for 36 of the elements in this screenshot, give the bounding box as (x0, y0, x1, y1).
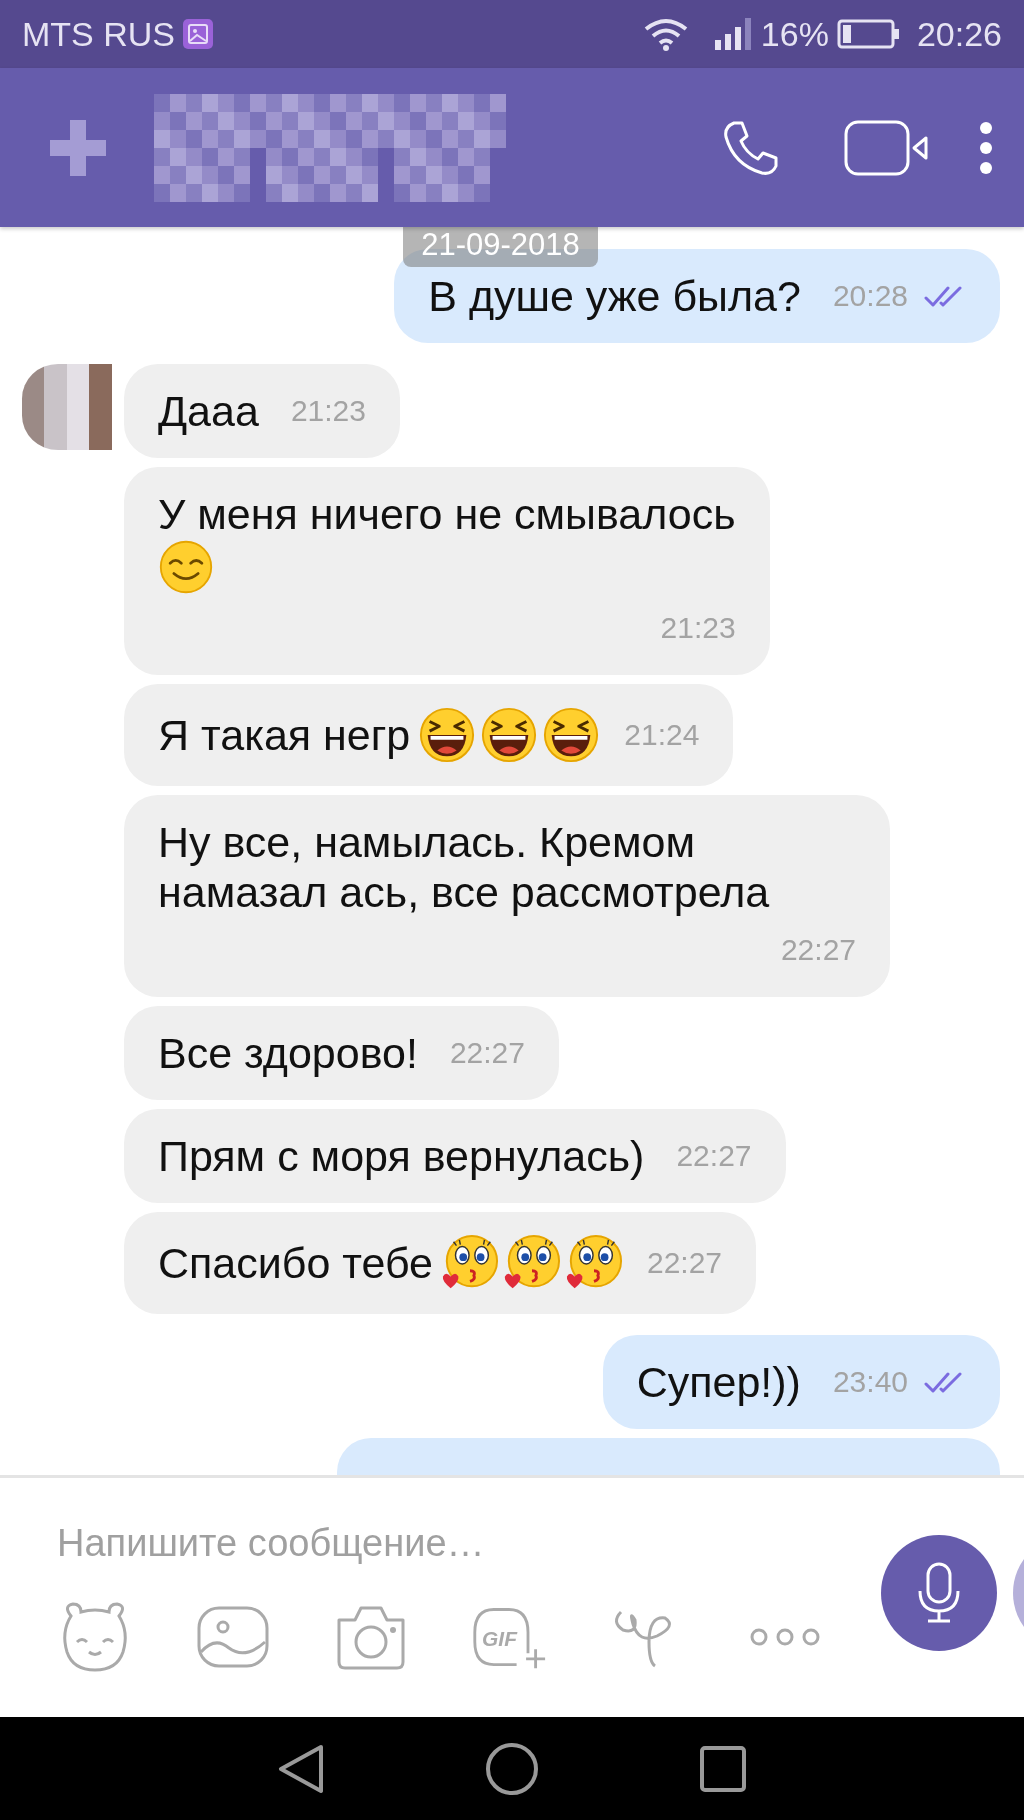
laughing-emoji-icon (542, 706, 601, 764)
message-text: Я такая негр (158, 711, 411, 759)
laughing-emoji-icon (418, 706, 477, 764)
message-text: Прям с моря вернулась) (158, 1132, 645, 1180)
laughing-emoji-icon (480, 706, 539, 764)
video-camera-icon[interactable] (844, 119, 930, 176)
message-text: Ну все, намылась. Кремом намазал ась, все рассмотрела (158, 818, 770, 916)
message-text: В душе уже была? (428, 272, 801, 320)
signal-icon (712, 18, 753, 50)
message-time: 23:40 (832, 1364, 908, 1400)
message-input-field[interactable]: Напишите сообщение… (57, 1508, 677, 1578)
home-icon[interactable] (485, 1741, 539, 1796)
message-text: Спасибо тебе (158, 1239, 433, 1287)
recents-icon[interactable] (699, 1744, 747, 1793)
smiling-emoji-icon (158, 539, 214, 595)
battery-percent: 16% (760, 13, 829, 55)
battery-icon (836, 18, 901, 50)
message-time: 21:24 (624, 717, 700, 753)
message-text: Дааа (158, 387, 259, 435)
more-options-icon[interactable] (978, 120, 994, 175)
message-time: 22:27 (449, 1035, 525, 1071)
message-time: 22:27 (676, 1138, 752, 1174)
message-time: 22:27 (646, 1245, 723, 1281)
message-time: 20:28 (832, 278, 908, 314)
message-time: 21:23 (290, 393, 366, 429)
carrier-name: MTS RUS (22, 13, 175, 55)
back-icon[interactable] (277, 1742, 325, 1795)
message-time: 21:23 (660, 610, 736, 646)
wifi-icon (642, 17, 689, 51)
blurred-icon (50, 119, 106, 176)
message-time: 22:27 (780, 932, 856, 968)
gallery-notification-icon (183, 19, 213, 49)
message-text: Супер!)) (636, 1358, 801, 1406)
clock-time: 20:26 (916, 13, 1002, 55)
message-text: У меня ничего не смывалось (158, 490, 736, 538)
message-text: Все здорово! (158, 1029, 418, 1077)
